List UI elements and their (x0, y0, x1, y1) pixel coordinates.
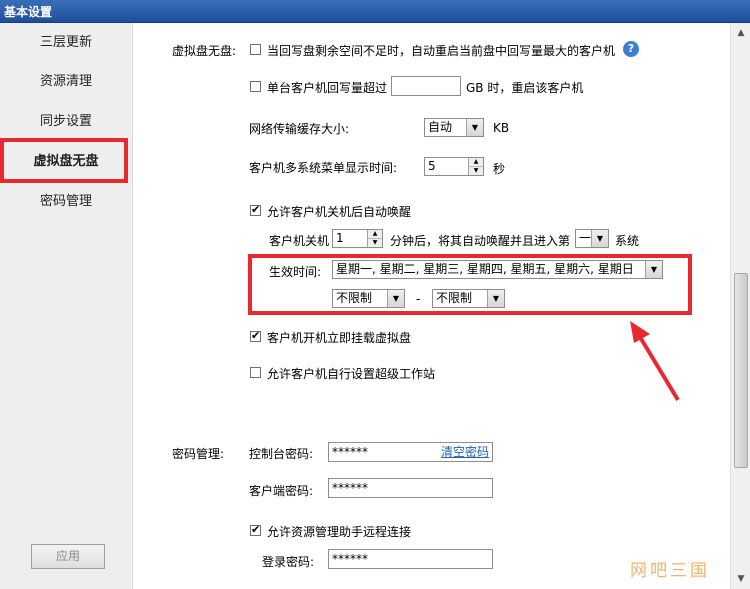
scroll-thumb[interactable] (734, 273, 748, 468)
scroll-down-icon[interactable]: ▼ (733, 571, 749, 587)
annotation-arrow (630, 321, 680, 402)
vertical-scrollbar[interactable]: ▲ ▼ (730, 23, 750, 589)
arrow-shaft (638, 335, 680, 402)
watermark: 网吧三国 (630, 561, 710, 581)
scroll-up-icon[interactable]: ▲ (733, 25, 749, 41)
